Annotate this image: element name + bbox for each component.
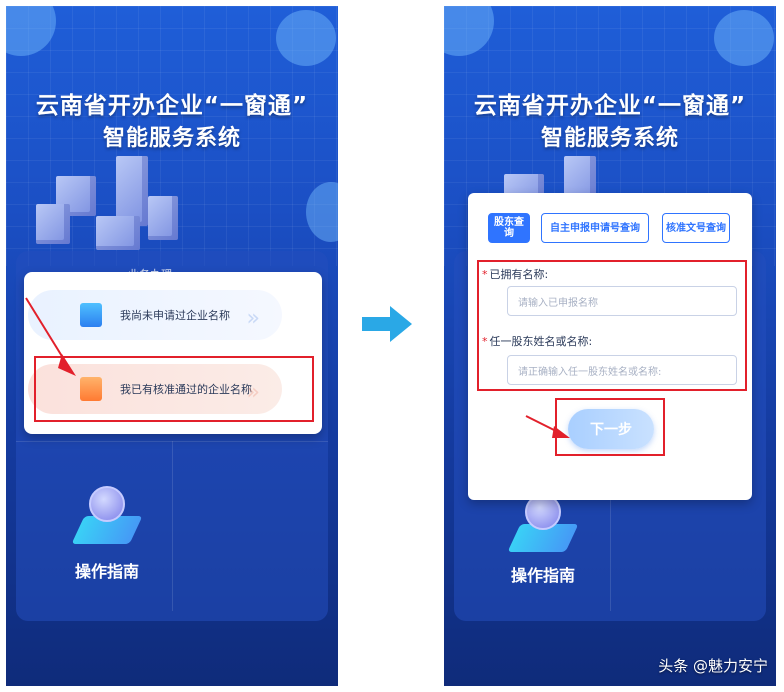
guide-label[interactable]: 操作指南: [52, 558, 162, 582]
chevron-right-icon: »: [246, 306, 260, 331]
tab-shareholder-query[interactable]: 股东查询: [488, 213, 530, 243]
app-title-line1: 云南省开办企业“一窗通”: [35, 93, 309, 119]
screenshot-canvas: 云南省开办企业“一窗通” 智能服务系统 操作指南 业务办理 我尚未申请过企业名称…: [0, 0, 784, 692]
app-title-line2: 智能服务系统: [102, 126, 241, 151]
decor-bubble: [276, 10, 336, 66]
document-icon: [80, 303, 102, 327]
red-pointer-arrow-icon: [525, 415, 570, 438]
option-label: 我尚未申请过企业名称: [120, 309, 230, 322]
app-title-line1: 云南省开办企业“一窗通”: [473, 93, 747, 119]
red-pointer-arrow-icon: [25, 297, 76, 376]
guide-pedestal-icon[interactable]: [507, 494, 579, 564]
transition-arrow-icon: [362, 306, 412, 342]
tab-approval-number-query[interactable]: 核准文号查询: [662, 213, 730, 243]
decor-bubble: [714, 10, 774, 66]
highlight-box: [477, 260, 747, 391]
guide-label[interactable]: 操作指南: [488, 562, 598, 586]
city-illustration: [36, 156, 206, 256]
app-title-line2: 智能服务系统: [540, 126, 679, 151]
guide-pedestal-icon[interactable]: [71, 486, 143, 556]
watermark-text: 头条 @魅力安宁: [658, 657, 768, 675]
tab-self-declare-query[interactable]: 自主申报申请号查询: [541, 213, 649, 243]
